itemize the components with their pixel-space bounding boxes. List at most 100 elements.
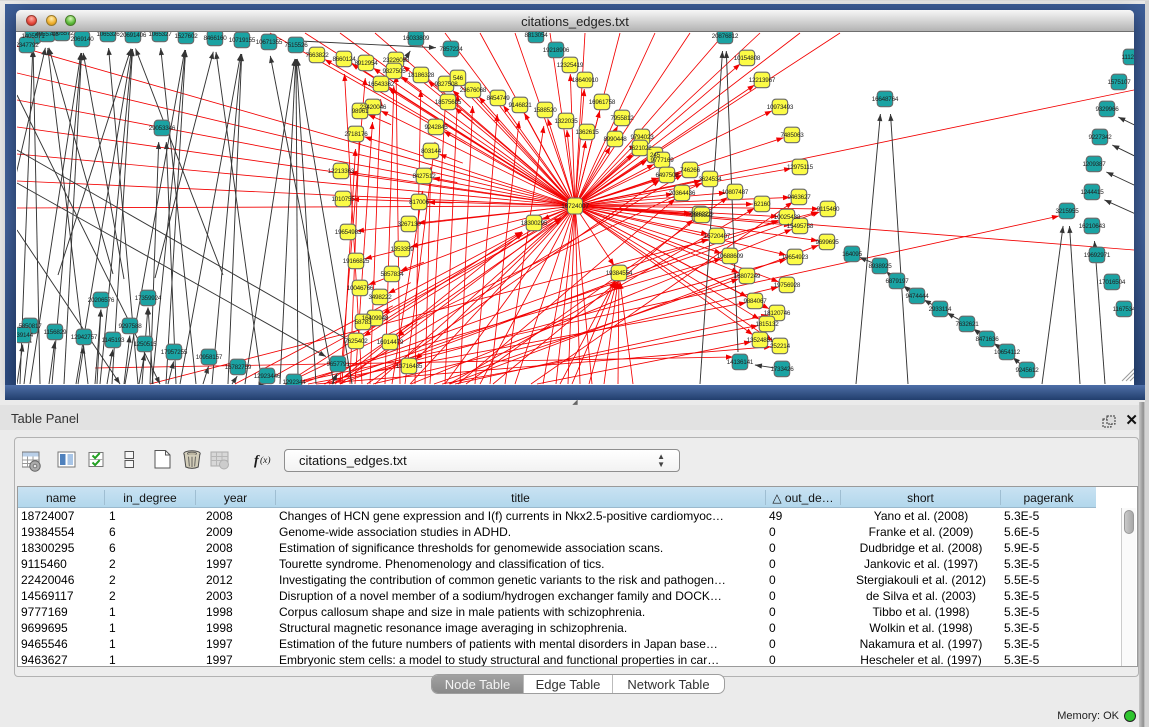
svg-text:3267130: 3267130 (397, 221, 421, 228)
svg-text:3624534: 3624534 (698, 176, 722, 183)
svg-text:10973493: 10973493 (767, 104, 794, 111)
svg-text:9115460: 9115460 (817, 206, 840, 213)
svg-text:8912954: 8912954 (354, 60, 378, 67)
svg-text:1588520: 1588520 (533, 107, 557, 114)
svg-text:17957255: 17957255 (161, 349, 188, 356)
svg-text:10046766: 10046766 (347, 285, 374, 292)
svg-text:29053346: 29053346 (149, 125, 176, 132)
svg-text:111278: 111278 (1122, 54, 1134, 61)
svg-text:23676068: 23676068 (460, 87, 487, 94)
svg-text:19654983: 19654983 (335, 229, 362, 236)
svg-text:18640910: 18640910 (572, 77, 599, 84)
svg-text:16033809: 16033809 (403, 35, 430, 42)
svg-text:18300295: 18300295 (521, 220, 548, 227)
svg-text:16543362: 16543362 (368, 81, 395, 88)
svg-text:2347792: 2347792 (17, 42, 39, 49)
svg-text:12942757: 12942757 (71, 334, 98, 341)
svg-text:18807249: 18807249 (734, 273, 761, 280)
svg-text:18724007: 18724007 (561, 203, 589, 210)
svg-text:164095: 164095 (842, 251, 863, 258)
svg-text:817006: 817006 (409, 199, 430, 206)
svg-text:18186328: 18186328 (408, 72, 435, 79)
svg-text:1244415: 1244415 (1080, 189, 1104, 196)
svg-text:17359924: 17359924 (135, 295, 162, 302)
svg-text:8466160: 8466160 (203, 35, 227, 42)
svg-text:16961758: 16961758 (589, 99, 616, 106)
svg-text:1250515: 1250515 (133, 341, 157, 348)
svg-text:12213967: 12213967 (749, 77, 776, 84)
svg-text:1065326: 1065326 (96, 32, 120, 38)
svg-text:1156829: 1156829 (44, 329, 67, 336)
svg-text:1527602: 1527602 (174, 33, 198, 40)
svg-text:9884067: 9884067 (743, 298, 767, 305)
svg-text:7625402: 7625402 (344, 338, 368, 345)
svg-text:13716485: 13716485 (396, 363, 423, 370)
svg-text:1322035: 1322035 (554, 118, 578, 125)
svg-text:10671355: 10671355 (256, 39, 283, 46)
svg-text:12975115: 12975115 (787, 164, 814, 171)
svg-text:1145193: 1145193 (102, 337, 125, 344)
svg-text:1621022: 1621022 (628, 145, 652, 152)
svg-text:10025438: 10025438 (774, 214, 801, 221)
svg-text:7632621: 7632621 (955, 321, 979, 328)
svg-text:2986322: 2986322 (690, 212, 714, 219)
svg-text:3215955: 3215955 (1055, 208, 1079, 215)
svg-text:9327508: 9327508 (434, 81, 458, 88)
svg-text:1815132: 1815132 (755, 321, 779, 328)
svg-text:7857224: 7857224 (439, 46, 463, 53)
svg-text:1065327: 1065327 (148, 32, 172, 38)
svg-text:15720407: 15720407 (704, 233, 731, 240)
svg-text:19218906: 19218906 (543, 47, 570, 54)
svg-text:12213363: 12213363 (328, 168, 355, 175)
svg-text:7485063: 7485063 (780, 132, 804, 139)
svg-text:16648764: 16648764 (872, 96, 899, 103)
svg-text:9699695: 9699695 (815, 239, 839, 246)
svg-text:9297588: 9297588 (118, 323, 142, 330)
svg-text:8454749: 8454749 (486, 95, 510, 102)
svg-text:1733426: 1733426 (770, 366, 794, 373)
svg-text:9657791: 9657791 (326, 361, 350, 368)
svg-text:7515526: 7515526 (284, 42, 308, 49)
svg-text:5850817: 5850817 (18, 323, 42, 330)
svg-text:19384554: 19384554 (606, 270, 633, 277)
svg-text:6497508: 6497508 (655, 172, 679, 179)
svg-text:8660124: 8660124 (332, 56, 356, 63)
svg-text:10958157: 10958157 (196, 354, 223, 361)
svg-text:9227342: 9227342 (1088, 134, 1112, 141)
svg-text:(x): (x) (260, 455, 271, 466)
svg-text:9245612: 9245612 (1015, 367, 1039, 374)
svg-text:17016504: 17016504 (1099, 279, 1126, 286)
svg-text:19692971: 19692971 (1084, 252, 1111, 259)
svg-text:8813054: 8813054 (524, 32, 548, 39)
svg-text:20206576: 20206576 (88, 297, 115, 304)
svg-text:9463627: 9463627 (787, 194, 811, 201)
svg-text:2718176: 2718176 (344, 131, 368, 138)
svg-text:10719155: 10719155 (229, 37, 256, 44)
svg-text:1362615: 1362615 (575, 129, 599, 136)
svg-text:1010755: 1010755 (331, 196, 355, 203)
svg-text:803144: 803144 (421, 148, 442, 155)
svg-text:19654923: 19654923 (782, 254, 809, 261)
svg-text:9146821: 9146821 (508, 102, 532, 109)
svg-text:1353359: 1353359 (390, 246, 414, 253)
svg-text:1575107: 1575107 (1107, 79, 1131, 86)
svg-text:546: 546 (453, 75, 464, 82)
svg-text:6879197: 6879197 (885, 278, 909, 285)
svg-text:23226058: 23226058 (383, 57, 410, 64)
svg-text:8990448: 8990448 (603, 136, 627, 143)
svg-text:19166825: 19166825 (343, 258, 370, 265)
svg-text:8938925: 8938925 (868, 263, 892, 270)
svg-text:9794023: 9794023 (630, 134, 654, 141)
svg-text:20876812: 20876812 (712, 33, 739, 40)
svg-text:3498222: 3498222 (368, 294, 392, 301)
svg-text:8471636: 8471636 (975, 336, 999, 343)
svg-text:10654112: 10654112 (994, 349, 1021, 356)
svg-text:12325419: 12325419 (557, 62, 584, 69)
svg-text:9242845: 9242845 (424, 124, 448, 131)
svg-text:16914479: 16914479 (377, 339, 404, 346)
svg-text:19756928: 19756928 (774, 282, 801, 289)
svg-text:20691406: 20691406 (120, 32, 147, 39)
svg-text:939144: 939144 (17, 332, 34, 339)
svg-text:2933114: 2933114 (929, 306, 952, 313)
svg-text:1209387: 1209387 (1082, 161, 1106, 168)
